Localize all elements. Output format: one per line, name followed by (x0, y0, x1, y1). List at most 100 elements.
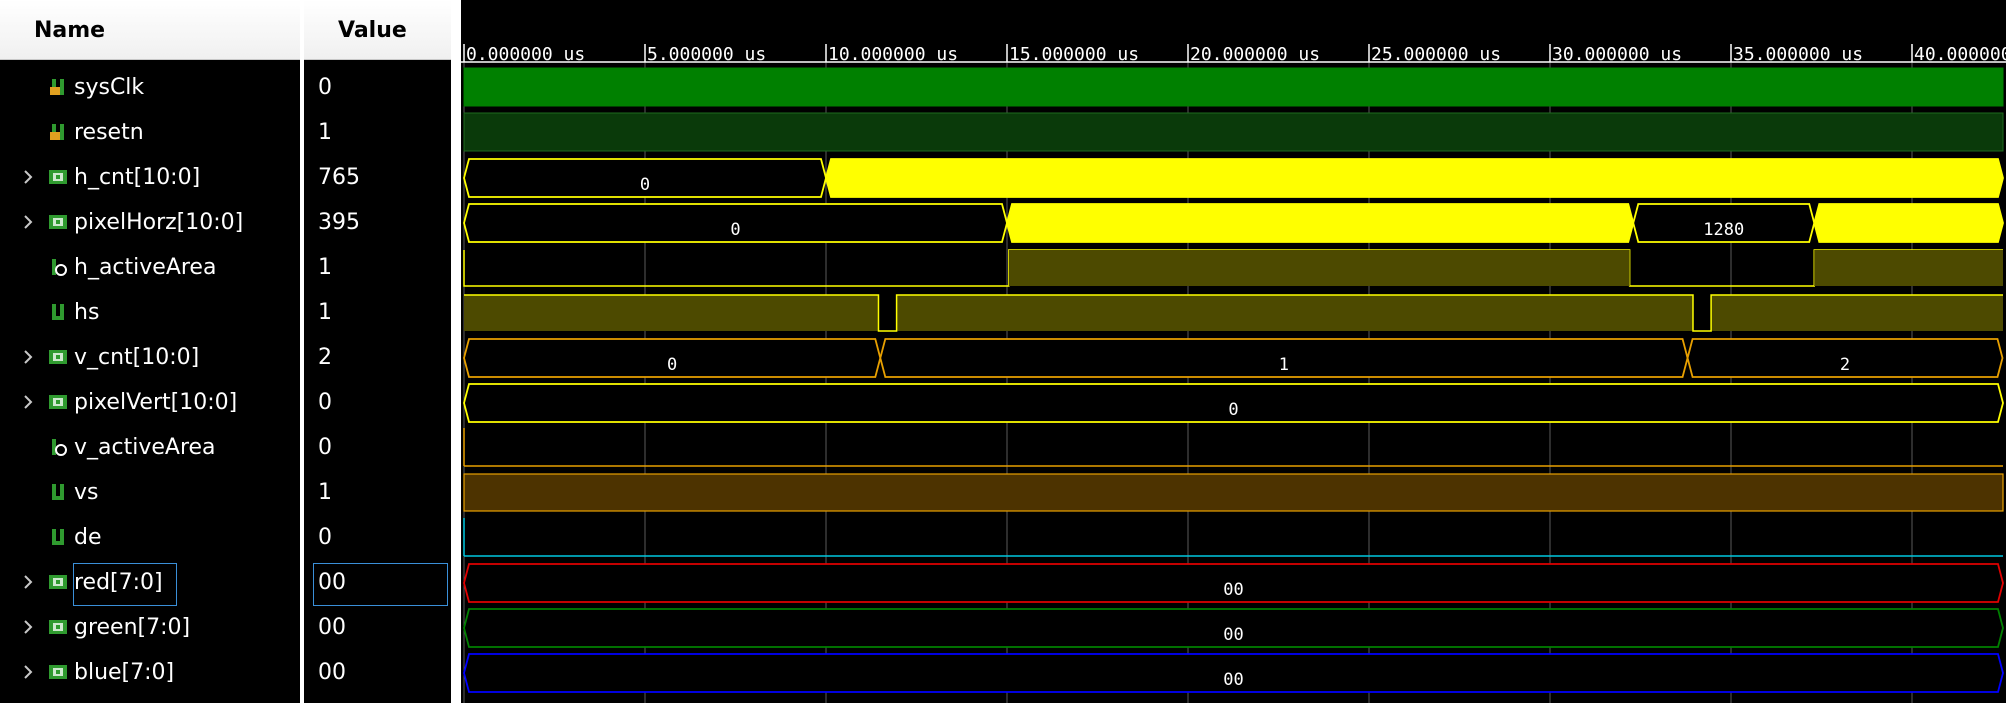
chevron-right-icon[interactable] (22, 392, 34, 412)
signal-value-list: 0 1 765 395 1 1 2 0 0 1 0 00 00 00 (304, 60, 451, 703)
signal-value: 1 (318, 255, 332, 280)
waveform-svg: 0.000000 us 5.000000 us 10.000000 us 15.000… (461, 44, 2006, 703)
name-header-label: Name (34, 18, 106, 43)
waveform-canvas[interactable]: 0.000000 us 5.000000 us 10.000000 us 15.000… (461, 0, 2006, 703)
chevron-right-icon[interactable] (22, 572, 34, 592)
signal-value-row[interactable]: 1 (304, 246, 451, 291)
chevron-right-icon[interactable] (22, 212, 34, 232)
signal-name: v_cnt[10:0] (74, 345, 200, 370)
signal-name: hs (74, 300, 100, 325)
bus-value-label: 00 (1223, 625, 1243, 645)
signal-value-row[interactable]: 0 (304, 381, 451, 426)
bus-value-label: 0 (667, 355, 677, 375)
bus-value-label: 1280 (1703, 220, 1744, 240)
signal-value: 00 (318, 660, 346, 685)
bus-value-label: 0 (1228, 400, 1238, 420)
signal-value: 765 (318, 165, 360, 190)
signal-row[interactable]: pixelHorz[10:0] (0, 201, 300, 246)
signal-value-row[interactable]: 1 (304, 471, 451, 516)
signal-icon (48, 302, 68, 322)
bus-value-label: 00 (1223, 580, 1243, 600)
signal-value: 0 (318, 525, 332, 550)
bus-signal-icon (48, 662, 68, 682)
signal-value-row[interactable]: 00 (304, 606, 451, 651)
chevron-right-icon[interactable] (22, 617, 34, 637)
bus-signal-icon (48, 617, 68, 637)
value-column-header[interactable]: Value (304, 0, 451, 60)
signal-value: 2 (318, 345, 332, 370)
signal-row[interactable]: v_cnt[10:0] (0, 336, 300, 381)
bus-signal-icon (48, 392, 68, 412)
bus-signal-icon (48, 572, 68, 592)
bus-value-label: 2 (1840, 355, 1850, 375)
bus-value-label: 1 (1279, 355, 1289, 375)
signal-value: 1 (318, 120, 332, 145)
signal-value-row[interactable]: 0 (304, 516, 451, 561)
value-header-label: Value (338, 18, 407, 43)
digital-wave-high (1711, 295, 2003, 331)
clock-signal-icon (48, 77, 68, 97)
name-column-header[interactable]: Name (0, 0, 300, 60)
bus-signal-icon (48, 347, 68, 367)
bus-segment-dense (1813, 203, 2004, 243)
chevron-right-icon[interactable] (22, 347, 34, 367)
signal-icon (48, 527, 68, 547)
digital-wave-high (896, 295, 1693, 331)
signal-value-row[interactable]: 0 (304, 426, 451, 471)
signal-row[interactable]: pixelVert[10:0] (0, 381, 300, 426)
signal-value-row[interactable]: 0 (304, 66, 451, 111)
selected-name-outline (73, 563, 177, 606)
signal-name: v_activeArea (74, 435, 216, 460)
signal-row[interactable]: v_activeArea (0, 426, 300, 471)
signal-name: resetn (74, 120, 144, 145)
signal-row[interactable]: de (0, 516, 300, 561)
input-signal-icon (48, 122, 68, 142)
signal-value-row[interactable]: 00 (304, 651, 451, 696)
bus-segment-dense (1006, 203, 1635, 243)
bus-value-label: 00 (1223, 670, 1243, 690)
bus-signal-icon (48, 212, 68, 232)
digital-wave-high (1814, 250, 2003, 286)
signal-name: pixelVert[10:0] (74, 390, 238, 415)
bus-signal-icon (48, 167, 68, 187)
signal-name: sysClk (74, 75, 145, 100)
signal-name: h_cnt[10:0] (74, 165, 201, 190)
signal-name: vs (74, 480, 99, 505)
signal-name: pixelHorz[10:0] (74, 210, 244, 235)
signal-row[interactable]: resetn (0, 111, 300, 156)
signal-value: 395 (318, 210, 360, 235)
signal-value-row[interactable]: 395 (304, 201, 451, 246)
signal-value: 0 (318, 75, 332, 100)
output-signal-icon (48, 437, 68, 457)
signal-value: 0 (318, 390, 332, 415)
signal-row[interactable]: blue[7:0] (0, 651, 300, 696)
signal-row[interactable]: h_cnt[10:0] (0, 156, 300, 201)
signal-icon (48, 482, 68, 502)
signal-row[interactable]: vs (0, 471, 300, 516)
signal-name: h_activeArea (74, 255, 217, 280)
chevron-right-icon[interactable] (22, 662, 34, 682)
signal-row[interactable]: green[7:0] (0, 606, 300, 651)
bus-segment-dense (825, 158, 2004, 198)
signal-value-row[interactable]: 1 (304, 291, 451, 336)
digital-wave-high (464, 295, 879, 331)
bus-value-label: 0 (730, 220, 740, 240)
digital-wave-high (463, 473, 2004, 512)
digital-wave-high (463, 112, 2004, 152)
signal-name: de (74, 525, 102, 550)
digital-wave-high (1008, 250, 1630, 286)
digital-wave-high (463, 67, 2004, 107)
chevron-right-icon[interactable] (22, 167, 34, 187)
signal-row[interactable]: sysClk (0, 66, 300, 111)
signal-value-row[interactable]: 765 (304, 156, 451, 201)
signal-row[interactable]: h_activeArea (0, 246, 300, 291)
signal-name-list: sysClk resetn h_cnt[10:0] pixelHorz[10:0] h_… (0, 60, 300, 703)
signal-value-row[interactable]: 1 (304, 111, 451, 156)
signal-value-row[interactable]: 2 (304, 336, 451, 381)
signal-value: 1 (318, 300, 332, 325)
signal-row[interactable]: hs (0, 291, 300, 336)
signal-value: 00 (318, 615, 346, 640)
panel-splitter[interactable] (451, 0, 461, 703)
signal-value: 0 (318, 435, 332, 460)
signal-name: green[7:0] (74, 615, 191, 640)
